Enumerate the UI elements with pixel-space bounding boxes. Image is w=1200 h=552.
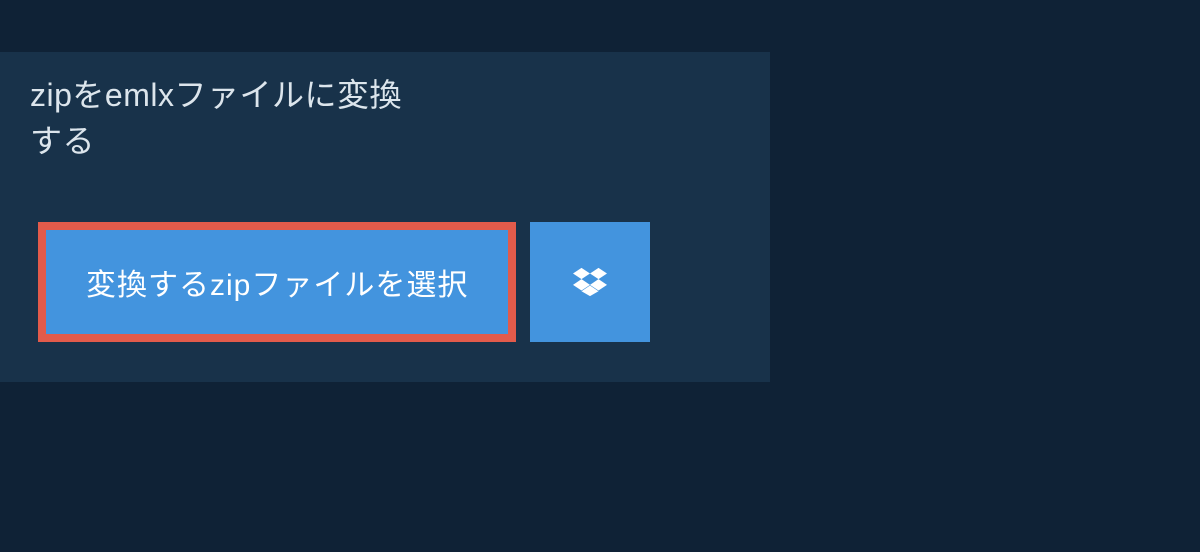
button-row: 変換するzipファイルを選択 <box>0 184 770 342</box>
page-title: zipをemlxファイルに変換する <box>30 70 410 162</box>
select-file-button[interactable]: 変換するzipファイルを選択 <box>38 222 516 342</box>
title-bar: zipをemlxファイルに変換する <box>0 52 440 184</box>
dropbox-icon <box>573 265 607 299</box>
dropbox-button[interactable] <box>530 222 650 342</box>
converter-panel: zipをemlxファイルに変換する 変換するzipファイルを選択 <box>0 52 770 382</box>
